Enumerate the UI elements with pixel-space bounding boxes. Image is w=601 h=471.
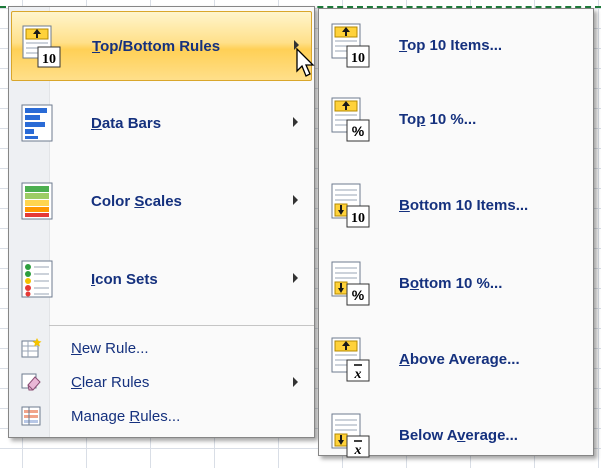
data-bars-icon bbox=[21, 104, 53, 142]
menu-item-label: New Rule... bbox=[71, 340, 149, 357]
menu-item-new-rule[interactable]: New Rule... bbox=[11, 331, 312, 365]
top-10-items-icon: 10 bbox=[331, 23, 370, 68]
icon-percent-text: % bbox=[352, 287, 365, 303]
below-average-icon: x bbox=[331, 413, 370, 458]
menu-item-label: Top/Bottom Rules bbox=[92, 38, 221, 55]
top-bottom-rules-submenu: 10 Top 10 Items... % Top 10 %... 10 Bott… bbox=[318, 8, 594, 458]
icon-xbar-text: x bbox=[354, 443, 362, 458]
menu-item-data-bars[interactable]: Data Bars bbox=[11, 89, 312, 159]
above-average-icon: x bbox=[331, 337, 370, 382]
submenu-arrow-icon bbox=[293, 273, 298, 283]
top-bottom-rules-icon: 10 bbox=[22, 25, 61, 68]
submenu-item-label: Below Average... bbox=[399, 427, 518, 444]
color-scales-icon bbox=[21, 182, 53, 220]
menu-item-color-scales[interactable]: Color Scales bbox=[11, 167, 312, 237]
submenu-item-label: Bottom 10 Items... bbox=[399, 197, 529, 214]
submenu-item-above-average[interactable]: x Above Average... bbox=[321, 325, 591, 395]
submenu-item-bottom-10-items[interactable]: 10 Bottom 10 Items... bbox=[321, 171, 591, 241]
submenu-arrow-icon bbox=[293, 377, 298, 387]
mouse-pointer-icon bbox=[296, 48, 315, 77]
menu-separator bbox=[49, 325, 314, 326]
bottom-10-percent-icon: % bbox=[331, 261, 370, 306]
icon-sets-icon bbox=[21, 260, 53, 298]
submenu-item-top-10-items[interactable]: 10 Top 10 Items... bbox=[321, 11, 591, 81]
menu-item-clear-rules[interactable]: Clear Rules bbox=[11, 365, 312, 399]
manage-rules-icon bbox=[21, 406, 41, 426]
eraser-icon bbox=[21, 373, 41, 391]
menu-item-icon-sets[interactable]: Icon Sets bbox=[11, 245, 312, 315]
menu-item-top-bottom-rules[interactable]: 10 Top/Bottom Rules bbox=[11, 11, 312, 81]
conditional-formatting-menu: 10 Top/Bottom Rules Data Bars Color Scal… bbox=[8, 6, 315, 438]
menu-item-label: Color Scales bbox=[91, 193, 182, 210]
icon-ten-text: 10 bbox=[351, 211, 365, 226]
menu-item-manage-rules[interactable]: Manage Rules... bbox=[11, 399, 312, 433]
submenu-item-label: Top 10 %... bbox=[399, 111, 477, 128]
submenu-item-bottom-10-percent[interactable]: % Bottom 10 %... bbox=[321, 249, 591, 319]
icon-ten-text: 10 bbox=[42, 52, 56, 67]
menu-item-label: Icon Sets bbox=[91, 271, 158, 288]
top-10-percent-icon: % bbox=[331, 97, 370, 142]
submenu-item-label: Above Average... bbox=[399, 351, 520, 368]
submenu-arrow-icon bbox=[293, 195, 298, 205]
submenu-arrow-icon bbox=[293, 117, 298, 127]
icon-percent-text: % bbox=[352, 123, 365, 139]
new-rule-icon bbox=[21, 338, 42, 358]
menu-item-label: Manage Rules... bbox=[71, 408, 181, 425]
submenu-item-label: Top 10 Items... bbox=[399, 37, 503, 54]
icon-xbar-text: x bbox=[354, 367, 362, 382]
icon-ten-text: 10 bbox=[351, 51, 365, 66]
menu-item-label: Data Bars bbox=[91, 115, 162, 132]
submenu-item-top-10-percent[interactable]: % Top 10 %... bbox=[321, 85, 591, 155]
menu-item-label: Clear Rules bbox=[71, 374, 150, 391]
bottom-10-items-icon: 10 bbox=[331, 183, 370, 228]
submenu-item-below-average[interactable]: x Below Average... bbox=[321, 401, 591, 471]
submenu-item-label: Bottom 10 %... bbox=[399, 275, 503, 292]
